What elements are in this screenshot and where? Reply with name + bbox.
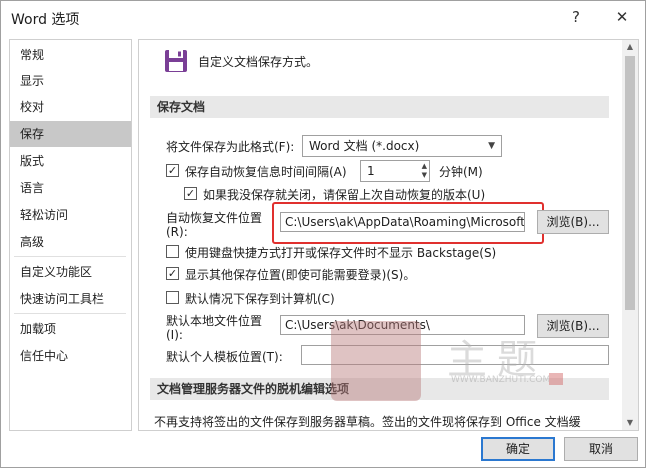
sidebar-item-language[interactable]: 语言	[10, 175, 131, 201]
no-backstage-label: 使用键盘快捷方式打开或保存文件时不显示 Backstage(S)	[185, 246, 497, 260]
autorecover-checkbox[interactable]: ✓	[166, 164, 179, 177]
content-scrollbar[interactable]: ▲ ▼	[622, 40, 638, 430]
sidebar-item-display[interactable]: 显示	[10, 68, 131, 94]
autorecover-location-label-key: (R):	[166, 225, 188, 239]
keep-last-version-label: 如果我没保存就关闭，请保留上次自动恢复的版本(U)	[203, 188, 486, 202]
server-drafts-text: 不再支持将签出的文件保存到服务器草稿。签出的文件现将保存到 Office 文档缓	[154, 415, 581, 429]
autorecover-location-label: 自动恢复文件位置	[166, 211, 263, 225]
sidebar-item-trust-center[interactable]: 信任中心	[10, 343, 131, 369]
ok-button[interactable]: 确定	[481, 437, 555, 461]
minutes-label: 分钟(M)	[439, 165, 483, 179]
sidebar-item-save[interactable]: 保存	[10, 121, 131, 147]
autorecover-minutes-spinner[interactable]: 1 ▲ ▼	[360, 160, 430, 182]
sidebar-item-general[interactable]: 常规	[10, 42, 131, 68]
sidebar-item-accessibility[interactable]: 轻松访问	[10, 202, 131, 228]
spinner-arrows-icon[interactable]: ▲ ▼	[422, 162, 427, 180]
sidebar-divider	[14, 313, 126, 314]
default-local-location-label-key: (I):	[166, 328, 183, 342]
save-format-label: 将文件保存为此格式(F):	[166, 140, 295, 154]
sidebar-item-add-ins[interactable]: 加载项	[10, 316, 131, 342]
default-local-location-label: 默认本地文件位置	[166, 314, 263, 328]
show-other-locations-label: 显示其他保存位置(即使可能需要登录)(S)。	[185, 268, 416, 282]
watermark-badge	[549, 373, 563, 385]
save-to-computer-label: 默认情况下保存到计算机(C)	[185, 292, 335, 306]
save-to-computer-checkbox[interactable]	[166, 291, 179, 304]
sidebar-item-proofing[interactable]: 校对	[10, 94, 131, 120]
scroll-down-icon[interactable]: ▼	[622, 416, 638, 430]
sidebar-item-quick-access-toolbar[interactable]: 快速访问工具栏	[10, 286, 131, 312]
section-header-save-documents: 保存文档	[150, 96, 609, 118]
help-button[interactable]: ?	[563, 6, 589, 28]
sidebar-divider	[14, 256, 126, 257]
watermark-logo	[331, 321, 421, 401]
sidebar-item-customize-ribbon[interactable]: 自定义功能区	[10, 259, 131, 285]
keep-last-version-checkbox[interactable]: ✓	[184, 187, 197, 200]
sidebar-item-advanced[interactable]: 高级	[10, 229, 131, 255]
chevron-down-icon: ▼	[488, 141, 495, 151]
scroll-up-icon[interactable]: ▲	[622, 40, 638, 54]
save-format-select[interactable]: Word 文档 (*.docx) ▼	[302, 135, 502, 157]
sidebar-item-layout[interactable]: 版式	[10, 148, 131, 174]
highlight-box	[272, 202, 544, 244]
autorecover-label: 保存自动恢复信息时间间隔(A)	[185, 165, 347, 179]
panel-header-text: 自定义文档保存方式。	[198, 55, 319, 69]
template-location-label: 默认个人模板位置(T):	[166, 350, 283, 364]
no-backstage-checkbox[interactable]	[166, 245, 179, 258]
show-other-locations-checkbox[interactable]: ✓	[166, 267, 179, 280]
word-options-dialog: Word 选项 ? ✕ 常规 显示 校对 保存 版式 语言 轻松访问 高级 自定…	[0, 0, 646, 468]
options-sidebar: 常规 显示 校对 保存 版式 语言 轻松访问 高级 自定义功能区 快速访问工具栏…	[9, 39, 132, 431]
cancel-button[interactable]: 取消	[564, 437, 638, 461]
save-icon	[165, 50, 187, 72]
watermark: 主题 WWW.BANZHUTI.COM	[331, 321, 571, 401]
scrollbar-thumb[interactable]	[625, 56, 635, 310]
watermark-url: WWW.BANZHUTI.COM	[451, 375, 551, 385]
close-button[interactable]: ✕	[609, 6, 635, 28]
window-title: Word 选项	[11, 12, 80, 28]
browse-autorecover-button[interactable]: 浏览(B)...	[537, 210, 609, 234]
title-bar: Word 选项 ? ✕	[1, 1, 645, 35]
